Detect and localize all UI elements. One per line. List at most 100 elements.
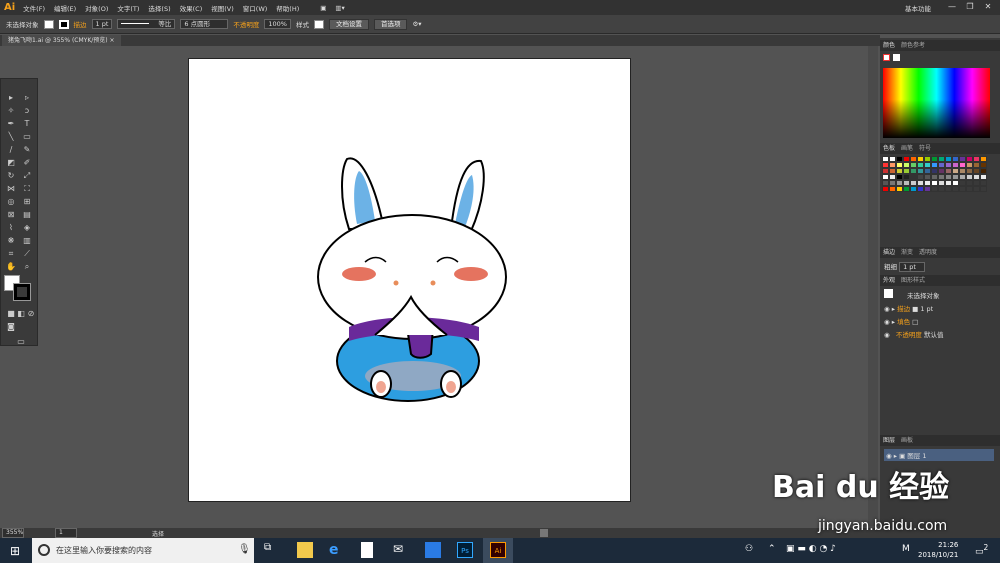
menu-help[interactable]: 帮助(H) <box>276 3 299 13</box>
minimize-icon[interactable]: — <box>944 0 960 13</box>
menu-object[interactable]: 对象(O) <box>85 3 108 13</box>
arrange-icon[interactable]: ▥▾ <box>335 4 344 12</box>
brush-select[interactable]: 6 点圆形 <box>180 19 229 29</box>
artboard[interactable] <box>188 58 631 502</box>
mesh-tool-icon[interactable]: ⊠ <box>5 210 17 220</box>
preferences-button[interactable]: 首选项 <box>373 18 408 30</box>
close-tab-icon[interactable]: × <box>110 37 115 44</box>
stroke-label[interactable]: 描边 <box>74 19 87 29</box>
slice-tool-icon[interactable]: ⟋ <box>21 249 33 259</box>
menu-window[interactable]: 窗口(W) <box>243 3 268 13</box>
document-icon[interactable] <box>361 542 373 558</box>
graph-tool-icon[interactable]: ▥ <box>21 236 33 246</box>
pen-tool-icon[interactable]: ✒ <box>5 119 17 129</box>
blob-brush-icon[interactable]: ✐ <box>21 158 33 168</box>
zoom-tool-icon[interactable]: ⌕ <box>21 262 33 272</box>
style-swatch[interactable] <box>313 19 324 29</box>
tab-stroke[interactable]: 描边 <box>883 249 895 256</box>
tab-artboards[interactable]: 画板 <box>901 437 913 444</box>
ime-indicator[interactable]: M <box>902 544 910 554</box>
eyedropper-icon[interactable]: ⌇ <box>5 223 17 233</box>
line-tool-icon[interactable]: ╲ <box>5 132 17 142</box>
menu-edit[interactable]: 编辑(E) <box>54 3 76 13</box>
scale-tool-icon[interactable]: ⤢ <box>21 171 33 181</box>
width-tool-icon[interactable]: ⋈ <box>5 184 17 194</box>
fill-swatch[interactable] <box>43 19 54 29</box>
horizontal-scroll-thumb[interactable] <box>540 529 548 537</box>
arrange-documents-icon[interactable]: ⚙▾ <box>412 20 421 28</box>
status-mode[interactable]: 选择 <box>152 529 164 538</box>
hand-tool-icon[interactable]: ✋ <box>5 262 17 272</box>
tray-icons[interactable]: ▣ ▬ ◐ ◔ ♪ <box>786 544 836 554</box>
color-spectrum[interactable] <box>883 68 990 138</box>
tab-gradient[interactable]: 渐变 <box>901 249 913 256</box>
free-transform-icon[interactable]: ⛶ <box>21 184 33 194</box>
stroke-swatch[interactable] <box>58 19 69 29</box>
type-tool-icon[interactable]: T <box>21 119 33 129</box>
opacity-label[interactable]: 不透明度 <box>233 19 259 29</box>
shape-builder-icon[interactable]: ◎ <box>5 197 17 207</box>
draw-mode-icon[interactable]: ◙ <box>5 322 17 332</box>
document-tab[interactable]: 猪兔飞吻1.ai @ 355% (CMYK/预览) × <box>2 35 121 46</box>
mail-icon[interactable]: ✉ <box>393 542 409 558</box>
illustrator-icon[interactable]: Ai <box>490 542 506 558</box>
menu-view[interactable]: 视图(V) <box>211 3 234 13</box>
workspace-switcher[interactable]: 基本功能 <box>905 3 931 13</box>
pencil-icon[interactable]: ✎ <box>21 145 33 155</box>
appearance-fill-row[interactable]: ◉ ▸ 填色 □ <box>884 316 918 326</box>
taskbar-search[interactable]: 在这里输入你要搜索的内容 <box>32 538 254 563</box>
stroke-weight-input[interactable]: 1 pt <box>899 262 926 272</box>
network-app-icon[interactable] <box>425 542 441 558</box>
people-icon[interactable]: ⚇ <box>745 544 753 554</box>
windows-start-icon[interactable]: ⊞ <box>10 544 20 558</box>
gradient-tool-icon[interactable]: ▤ <box>21 210 33 220</box>
rotate-tool-icon[interactable]: ↻ <box>5 171 17 181</box>
tab-appearance[interactable]: 外观 <box>883 277 895 284</box>
chevron-up-icon[interactable]: ⌃ <box>768 544 776 554</box>
menu-effect[interactable]: 效果(C) <box>180 3 203 13</box>
document-setup-button[interactable]: 文档设置 <box>328 18 369 30</box>
appearance-stroke-row[interactable]: ◉ ▸ 描边 ■ 1 pt <box>884 303 933 313</box>
swatch-grid[interactable] <box>882 156 987 192</box>
screen-mode-icon[interactable]: ▭ <box>15 337 27 347</box>
microphone-icon[interactable]: 🎙 <box>238 544 251 555</box>
close-icon[interactable]: ✕ <box>980 0 996 13</box>
tab-graphic-styles[interactable]: 图形样式 <box>901 277 925 284</box>
tab-color[interactable]: 颜色 <box>883 42 895 49</box>
tab-symbols[interactable]: 符号 <box>919 145 931 152</box>
file-explorer-icon[interactable] <box>297 542 313 558</box>
tab-color-guide[interactable]: 颜色参考 <box>901 42 925 49</box>
vertical-scrollbar[interactable] <box>868 46 878 526</box>
stroke-weight-field[interactable]: 1 pt <box>91 19 113 29</box>
bridge-icon[interactable]: ▣ <box>320 4 326 12</box>
stroke-profile-select[interactable]: 等比 <box>117 19 176 29</box>
artboard-tool-icon[interactable]: ⌗ <box>5 249 17 259</box>
system-clock[interactable]: 21:26 2018/10/21 <box>918 540 958 560</box>
none-swatch-icon[interactable] <box>883 54 890 61</box>
perspective-grid-icon[interactable]: ⊞ <box>21 197 33 207</box>
lasso-icon[interactable]: ↄ <box>21 106 33 116</box>
blend-tool-icon[interactable]: ◈ <box>21 223 33 233</box>
layer-row[interactable]: ◉ ▸ ▣ 图层 1 <box>884 449 994 461</box>
artboard-number[interactable]: 1 <box>55 528 77 538</box>
tab-layers[interactable]: 图层 <box>883 437 895 444</box>
photoshop-icon[interactable]: Ps <box>457 542 473 558</box>
paintbrush-icon[interactable]: ∕ <box>5 145 17 155</box>
tab-brushes[interactable]: 画笔 <box>901 145 913 152</box>
menu-file[interactable]: 文件(F) <box>23 3 45 13</box>
edge-icon[interactable]: e <box>329 542 345 558</box>
selection-tool-icon[interactable]: ▸ <box>5 93 17 103</box>
tab-transparency[interactable]: 透明度 <box>919 249 937 256</box>
direct-selection-tool-icon[interactable]: ▹ <box>21 93 33 103</box>
stroke-color-swatch[interactable] <box>13 283 31 301</box>
maximize-icon[interactable]: ❐ <box>962 0 978 13</box>
rectangle-tool-icon[interactable]: ▭ <box>21 132 33 142</box>
magic-wand-icon[interactable]: ✧ <box>5 106 17 116</box>
task-view-icon[interactable]: ⧉ <box>264 542 280 558</box>
white-swatch[interactable] <box>893 54 900 61</box>
eraser-icon[interactable]: ◩ <box>5 158 17 168</box>
menu-type[interactable]: 文字(T) <box>117 3 139 13</box>
appearance-opacity-row[interactable]: ◉ 不透明度 默认值 <box>884 329 943 339</box>
none-mode-icon[interactable]: ⊘ <box>25 309 37 319</box>
menu-select[interactable]: 选择(S) <box>148 3 170 13</box>
